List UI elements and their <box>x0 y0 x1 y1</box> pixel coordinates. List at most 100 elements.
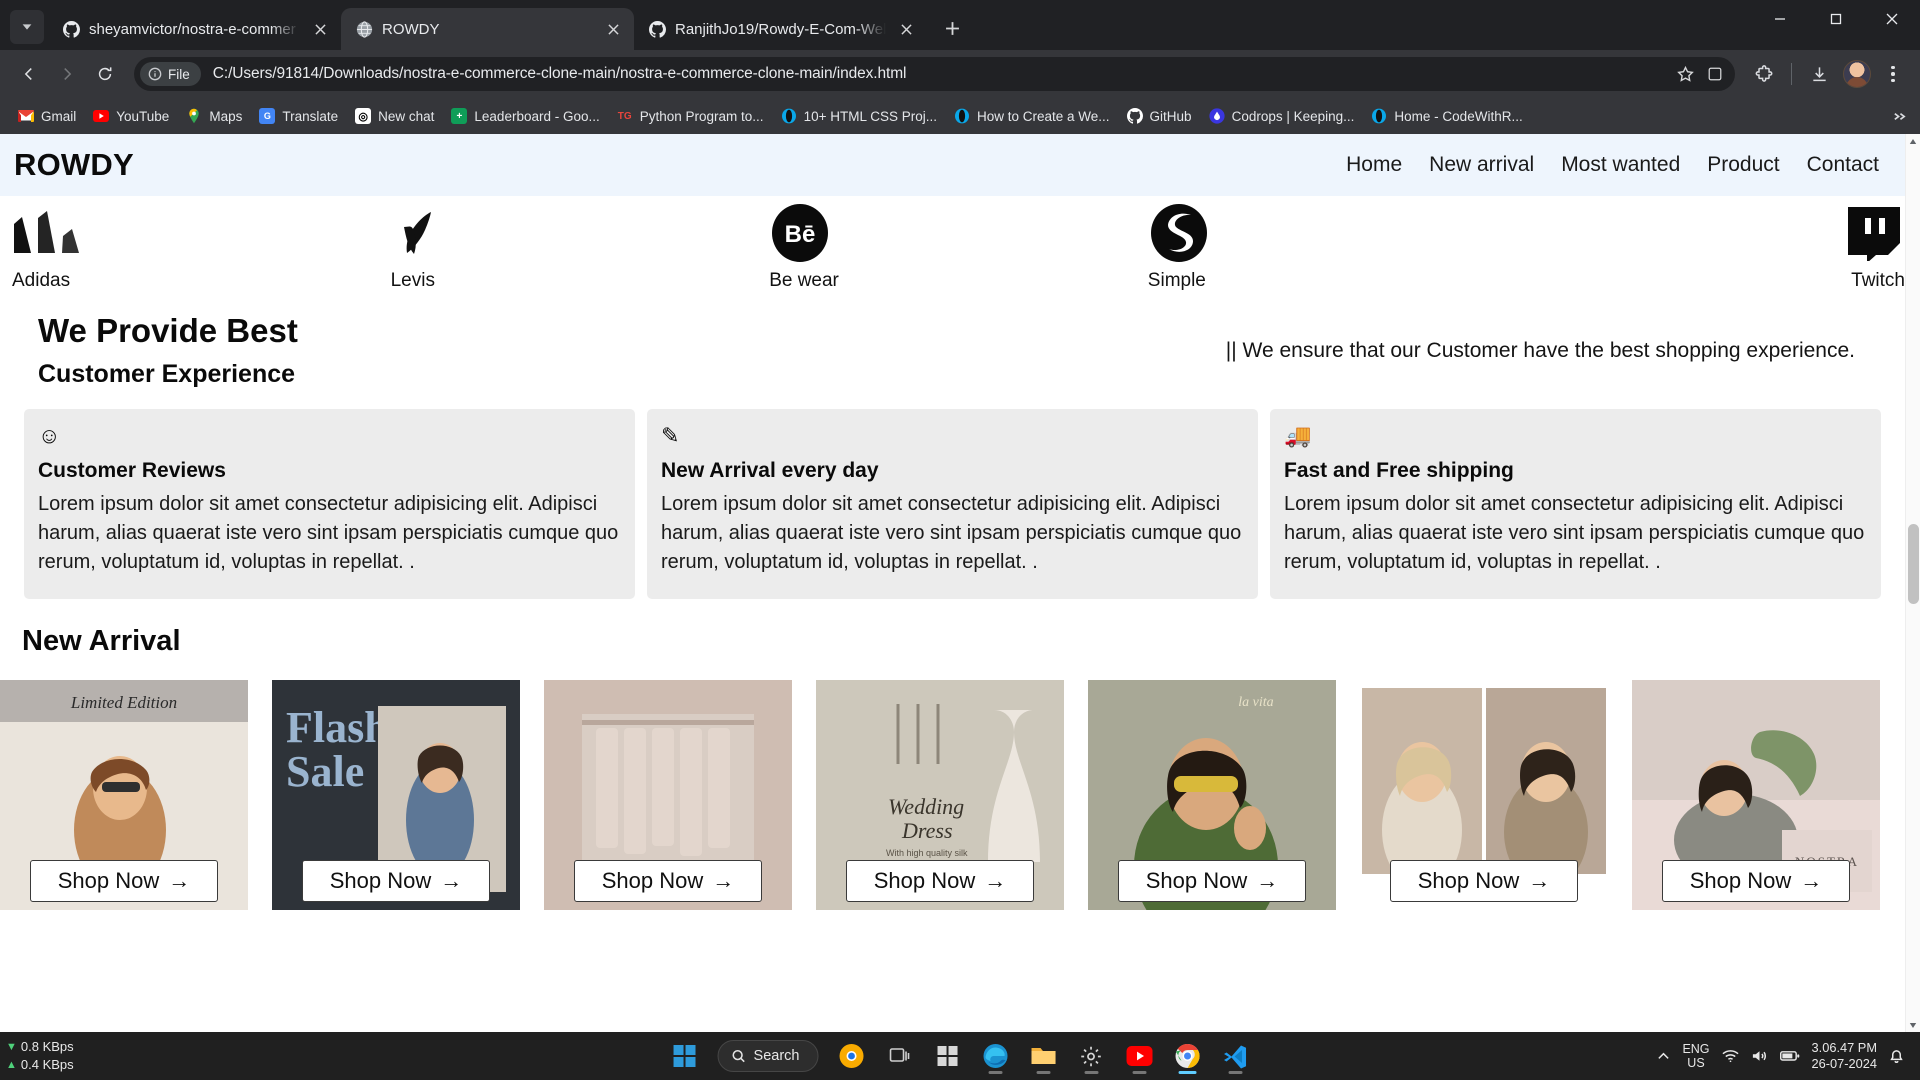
nav-link-most-wanted[interactable]: Most wanted <box>1561 153 1680 177</box>
nav-link-contact[interactable]: Contact <box>1807 153 1879 177</box>
bookmark-label: YouTube <box>116 108 170 124</box>
new-arrival-heading: New Arrival <box>22 624 181 657</box>
tab-close-button[interactable] <box>602 18 624 40</box>
behance-logo-icon: Bē <box>769 203 831 262</box>
minimize-button[interactable] <box>1752 0 1808 38</box>
battery-icon[interactable] <box>1779 1050 1800 1062</box>
bookmark-github[interactable]: GitHub <box>1119 103 1200 129</box>
chrome-menu-button[interactable] <box>1878 57 1908 91</box>
wifi-icon[interactable] <box>1721 1049 1739 1063</box>
downloads-button[interactable] <box>1802 57 1836 91</box>
search-label: Search <box>753 1048 800 1064</box>
bookmark-python-program[interactable]: TG Python Program to... <box>609 103 772 129</box>
product-carousel[interactable]: Limited Edition Shop Now → Flash Sale Sh… <box>0 679 1905 910</box>
tray-overflow-button[interactable] <box>1657 1050 1670 1063</box>
shop-now-button[interactable]: Shop Now → <box>1390 859 1578 902</box>
page-scrollbar[interactable] <box>1905 134 1920 1032</box>
taskbar-search[interactable]: Search <box>717 1040 819 1072</box>
shop-now-button[interactable]: Shop Now → <box>846 859 1034 902</box>
forward-button[interactable] <box>50 57 84 91</box>
browser-tab-2[interactable]: RanjithJo19/Rowdy-E-Com-Web <box>634 8 927 50</box>
product-card[interactable]: Shop Now → <box>544 679 792 910</box>
language-line-1: ENG <box>1682 1041 1710 1056</box>
bookmark-home-codewithrandom[interactable]: Home - CodeWithR... <box>1363 103 1530 129</box>
bookmark-youtube[interactable]: YouTube <box>85 103 177 129</box>
settings-icon[interactable] <box>1070 1036 1112 1076</box>
bookmarks-overflow-button[interactable] <box>1886 103 1912 129</box>
product-card[interactable]: NOSTRA Shop Now → <box>1632 679 1880 910</box>
url-text[interactable]: C:/Users/91814/Downloads/nostra-e-commer… <box>203 65 1669 83</box>
scrollbar-thumb[interactable] <box>1908 524 1919 604</box>
window-controls <box>1752 0 1920 50</box>
toolbar-divider <box>1791 63 1792 85</box>
bookmark-leaderboard[interactable]: + Leaderboard - Goo... <box>443 103 607 129</box>
arrow-right-icon: → <box>1528 867 1551 893</box>
youtube-icon[interactable] <box>1118 1036 1160 1076</box>
product-card[interactable]: Flash Sale Shop Now → <box>272 679 520 910</box>
shop-now-button[interactable]: Shop Now → <box>1118 859 1306 902</box>
globe-icon <box>355 20 373 38</box>
product-card[interactable]: Wedding Dress With high quality silk Sho… <box>816 679 1064 910</box>
bookmark-label: 10+ HTML CSS Proj... <box>803 108 937 124</box>
microsoft-store-icon[interactable] <box>926 1036 968 1076</box>
language-indicator[interactable]: ENG US <box>1682 1042 1709 1071</box>
brand-logo-twitch: Twitch <box>1526 206 1905 292</box>
nav-link-home[interactable]: Home <box>1346 153 1402 177</box>
chrome-icon[interactable] <box>1166 1036 1208 1076</box>
bookmark-new-chat[interactable]: ◎ New chat <box>347 103 442 129</box>
chrome-canary-icon[interactable] <box>830 1036 872 1076</box>
bell-icon[interactable] <box>1889 1049 1904 1064</box>
vscode-icon[interactable] <box>1214 1036 1256 1076</box>
brand-name: Levis <box>390 269 435 291</box>
browser-tab-1[interactable]: ROWDY <box>341 8 634 50</box>
product-card[interactable]: la vita Shop Now → <box>1088 679 1336 910</box>
close-window-button[interactable] <box>1864 0 1920 38</box>
address-bar[interactable]: File C:/Users/91814/Downloads/nostra-e-c… <box>134 57 1735 91</box>
bookmark-html-css-projects[interactable]: 10+ HTML CSS Proj... <box>773 103 945 129</box>
reload-button[interactable] <box>88 57 122 91</box>
task-view-icon[interactable] <box>878 1036 920 1076</box>
network-speed-indicator: ▼ 0.8 KBps ▲ 0.4 KBps <box>6 1039 146 1072</box>
bookmark-maps[interactable]: Maps <box>178 103 250 129</box>
bookmark-gmail[interactable]: Gmail <box>10 103 84 129</box>
upload-speed: 0.4 KBps <box>20 1056 74 1072</box>
back-button[interactable] <box>12 57 46 91</box>
windows-taskbar: ▼ 0.8 KBps ▲ 0.4 KBps Search ENG US 3.06… <box>0 1032 1920 1080</box>
download-speed: 0.8 KBps <box>20 1039 74 1055</box>
product-card[interactable]: Shop Now → <box>1360 679 1608 910</box>
windows-start-button[interactable] <box>664 1036 706 1076</box>
tab-close-button[interactable] <box>895 18 917 40</box>
edge-icon[interactable] <box>974 1036 1016 1076</box>
shop-now-button[interactable]: Shop Now → <box>302 859 490 902</box>
bookmarks-bar: Gmail YouTube Maps G Translate ◎ New cha… <box>0 98 1920 134</box>
taskbar-apps: Search <box>664 1036 1257 1076</box>
shop-now-button[interactable]: Shop Now → <box>574 859 762 902</box>
browser-tab-0[interactable]: sheyamvictor/nostra-e-commer <box>48 8 341 50</box>
bookmark-how-to-create-website[interactable]: How to Create a We... <box>946 103 1118 129</box>
svg-text:la vita: la vita <box>1238 695 1273 710</box>
shop-now-label: Shop Now <box>601 867 704 893</box>
extensions-button[interactable] <box>1747 57 1781 91</box>
scroll-up-arrow[interactable] <box>1906 134 1920 149</box>
nav-link-product[interactable]: Product <box>1707 153 1779 177</box>
bookmark-star-icon[interactable] <box>1671 60 1699 88</box>
product-card[interactable]: Limited Edition Shop Now → <box>0 679 248 910</box>
tab-search-button[interactable] <box>10 10 44 44</box>
shop-now-button[interactable]: Shop Now → <box>30 859 218 902</box>
maximize-button[interactable] <box>1808 0 1864 38</box>
profile-avatar[interactable] <box>1843 60 1871 88</box>
clock-date: 26-07-2024 <box>1811 1056 1877 1071</box>
tab-close-button[interactable] <box>309 18 331 40</box>
nav-link-new-arrival[interactable]: New arrival <box>1429 153 1534 177</box>
omnibox-extension-icon[interactable] <box>1701 60 1729 88</box>
speaker-icon[interactable] <box>1751 1049 1768 1063</box>
bookmark-translate[interactable]: G Translate <box>251 103 346 129</box>
new-tab-button[interactable] <box>935 11 969 45</box>
file-explorer-icon[interactable] <box>1022 1036 1064 1076</box>
bookmark-codrops[interactable]: Codrops | Keeping... <box>1201 103 1363 129</box>
shop-now-button[interactable]: Shop Now → <box>1662 859 1850 902</box>
scroll-down-arrow[interactable] <box>1906 1017 1920 1032</box>
file-scheme-chip[interactable]: File <box>140 62 201 86</box>
site-brand[interactable]: ROWDY <box>14 147 134 183</box>
taskbar-clock[interactable]: 3.06.47 PM 26-07-2024 <box>1812 1040 1877 1072</box>
